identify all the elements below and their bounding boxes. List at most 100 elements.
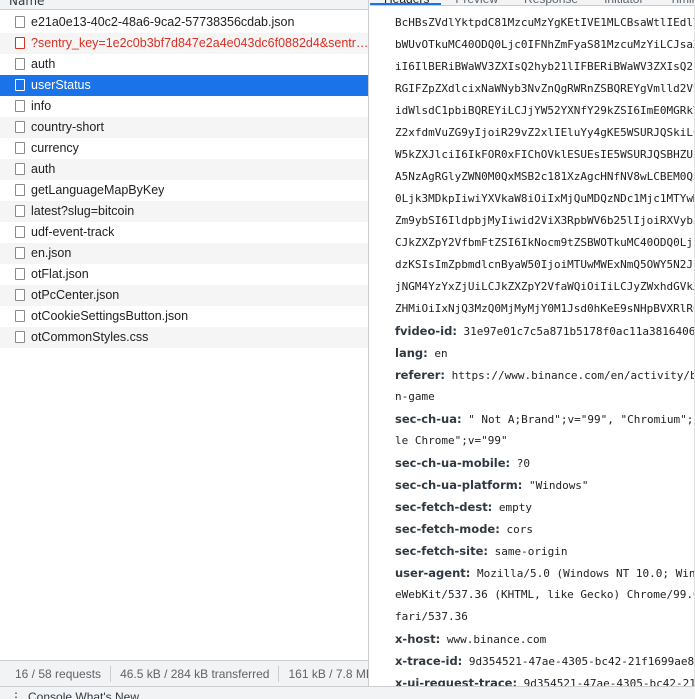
header-value: 9d354521-47ae-4305-bc42-21f1699ae8e2 bbox=[523, 677, 695, 686]
document-icon bbox=[15, 16, 25, 28]
tab-timing[interactable]: Timing bbox=[655, 0, 695, 6]
request-row[interactable]: info bbox=[0, 96, 368, 117]
tab-preview[interactable]: Preview bbox=[441, 0, 510, 6]
request-name: otCookieSettingsButton.json bbox=[31, 309, 189, 323]
document-icon bbox=[15, 226, 25, 238]
request-name: getLanguageMapByKey bbox=[31, 183, 165, 197]
header-key: sec-ch-ua-mobile: bbox=[395, 456, 511, 470]
header-line: lang: en bbox=[395, 342, 695, 364]
request-row[interactable]: otCommonStyles.css bbox=[0, 327, 368, 348]
header-value: bWUvOTkuMC40ODQ0Ljc0IFNhZmFyaS81MzcuMzYi… bbox=[395, 38, 695, 51]
header-line: user-agent: Mozilla/5.0 (Windows NT 10.0… bbox=[395, 562, 695, 584]
tab-initiator[interactable]: Initiator bbox=[590, 0, 655, 6]
header-line: bWUvOTkuMC40ODQ0Ljc0IFNhZmFyaS81MzcuMzYi… bbox=[395, 34, 695, 56]
document-icon bbox=[15, 205, 25, 217]
request-row[interactable]: udf-event-track bbox=[0, 222, 368, 243]
header-line: A5NzAgRGlyZWN0M0QxMSB2c181XzAgcHNfNV8wLC… bbox=[395, 166, 695, 188]
header-line: ZHMiOiIxNjQ3MzQ0MjMyMjY0M1Jsd0hKeE9sNHpB… bbox=[395, 298, 695, 320]
request-row[interactable]: e21a0e13-40c2-48a6-9ca2-57738356cdab.jso… bbox=[0, 12, 368, 33]
header-value: Z2xfdmVuZG9yIjoiR29vZ2xlIEluYy4gKE5WSURJ… bbox=[395, 126, 695, 139]
header-value: ZHMiOiIxNjQ3MzQ0MjMyMjY0M1Jsd0hKeE9sNHpB… bbox=[395, 302, 695, 315]
request-row[interactable]: auth bbox=[0, 159, 368, 180]
request-name: udf-event-track bbox=[31, 225, 115, 239]
request-row[interactable]: userStatus bbox=[0, 75, 368, 96]
request-name: userStatus bbox=[31, 78, 91, 92]
details-tabs: HeadersPreviewResponseInitiatorTiming bbox=[370, 0, 695, 6]
request-row[interactable]: otPcCenter.json bbox=[0, 285, 368, 306]
request-name: auth bbox=[31, 162, 56, 176]
header-line: CJkZXZpY2VfbmFtZSI6IkNocm9tZSBWOTkuMC40O… bbox=[395, 232, 695, 254]
bottom-drawer: ⋮ Console What's New bbox=[0, 686, 695, 699]
header-key: sec-fetch-dest: bbox=[395, 500, 493, 514]
header-value: "Windows" bbox=[528, 479, 589, 492]
document-icon bbox=[15, 79, 25, 91]
header-line: Z2xfdmVuZG9yIjoiR29vZ2xlIEluYy4gKE5WSURJ… bbox=[395, 122, 695, 144]
request-row[interactable]: latest?slug=bitcoin bbox=[0, 201, 368, 222]
more-icon[interactable]: ⋮ bbox=[10, 687, 22, 699]
request-name: otPcCenter.json bbox=[31, 288, 120, 302]
header-line: fvideo-id: 31e97e01c7c5a871b5178f0ac11a3… bbox=[395, 320, 695, 342]
document-icon bbox=[15, 310, 25, 322]
name-column-header[interactable]: Name bbox=[0, 0, 368, 10]
header-line: n-game bbox=[395, 386, 695, 408]
header-value: cors bbox=[506, 523, 533, 536]
request-row[interactable]: ?sentry_key=1e2c0b3bf7d847e2a4e043dc6f08… bbox=[0, 33, 368, 54]
tab-headers[interactable]: Headers bbox=[370, 0, 442, 6]
header-line: BcHBsZVdlYktpdC81MzcuMzYgKEtIVE1MLCBsaWt… bbox=[395, 12, 695, 34]
header-line: referer: https://www.binance.com/en/acti… bbox=[395, 364, 695, 386]
network-request-list-pane: Name e21a0e13-40c2-48a6-9ca2-57738356cda… bbox=[0, 0, 369, 699]
resources-size: 161 kB / 7.8 MB bbox=[288, 666, 369, 681]
header-value: www.binance.com bbox=[446, 633, 547, 646]
header-value: fari/537.36 bbox=[395, 610, 468, 623]
header-line: x-host: www.binance.com bbox=[395, 628, 695, 650]
header-line: sec-fetch-dest: empty bbox=[395, 496, 695, 518]
header-line: RGIFZpZXdlcixNaWNyb3NvZnQgRWRnZSBQREYgVm… bbox=[395, 78, 695, 100]
header-value: 31e97e01c7c5a871b5178f0ac11a3816406b bbox=[463, 325, 695, 338]
request-name: e21a0e13-40c2-48a6-9ca2-57738356cdab.jso… bbox=[31, 15, 295, 29]
header-value: Mozilla/5.0 (Windows NT 10.0; Win64; x64… bbox=[476, 567, 695, 580]
document-icon bbox=[15, 331, 25, 343]
document-icon bbox=[15, 184, 25, 196]
header-value: en bbox=[434, 347, 448, 360]
request-row[interactable]: auth bbox=[0, 54, 368, 75]
header-line: sec-fetch-site: same-origin bbox=[395, 540, 695, 562]
header-value: 9d354521-47ae-4305-bc42-21f1699ae8e2 bbox=[468, 655, 695, 668]
header-value: CJkZXZpY2VfbmFtZSI6IkNocm9tZSBWOTkuMC40O… bbox=[395, 236, 695, 249]
document-icon bbox=[15, 121, 25, 133]
header-key: sec-fetch-mode: bbox=[395, 522, 500, 536]
header-value: https://www.binance.com/en/activity/bitc… bbox=[451, 369, 695, 382]
header-line: eWebKit/537.36 (KHTML, like Gecko) Chrom… bbox=[395, 584, 695, 606]
drawer-tabs[interactable]: Console What's New bbox=[28, 690, 139, 699]
header-value: W5kZXJlciI6IkFOR0xFIChOVklESUEsIE5WSURJQ… bbox=[395, 148, 695, 161]
header-value: idWlsdC1pbiBQREYiLCJjYW52YXNfY29kZSI6ImE… bbox=[395, 104, 695, 117]
header-value: iI6IlBERiBWaWV3ZXIsQ2hyb21lIFBERiBWaWV3Z… bbox=[395, 60, 695, 73]
header-line: x-ui-request-trace: 9d354521-47ae-4305-b… bbox=[395, 672, 695, 686]
request-row[interactable]: otFlat.json bbox=[0, 264, 368, 285]
header-value: A5NzAgRGlyZWN0M0QxMSB2c181XzAgcHNfNV8wLC… bbox=[395, 170, 695, 183]
header-key: sec-fetch-site: bbox=[395, 544, 488, 558]
header-value: 0Ljk3MDkpIiwiYXVkaW8iOiIxMjQuMDQzNDc1Mjc… bbox=[395, 192, 695, 205]
document-icon bbox=[15, 37, 25, 49]
document-icon bbox=[15, 247, 25, 259]
header-line: sec-ch-ua: " Not A;Brand";v="99", "Chrom… bbox=[395, 408, 695, 430]
header-value: n-game bbox=[395, 390, 435, 403]
header-line: sec-ch-ua-platform: "Windows" bbox=[395, 474, 695, 496]
header-key: sec-ch-ua: bbox=[395, 412, 462, 426]
transferred-size: 46.5 kB / 284 kB transferred bbox=[111, 665, 280, 682]
request-name: auth bbox=[31, 57, 56, 71]
tab-response[interactable]: Response bbox=[510, 0, 590, 6]
header-line: sec-fetch-mode: cors bbox=[395, 518, 695, 540]
request-details-pane: HeadersPreviewResponseInitiatorTiming Bc… bbox=[370, 0, 695, 686]
request-row[interactable]: en.json bbox=[0, 243, 368, 264]
request-count: 16 / 58 requests bbox=[0, 665, 112, 682]
header-line: iI6IlBERiBWaWV3ZXIsQ2hyb21lIFBERiBWaWV3Z… bbox=[395, 56, 695, 78]
request-row[interactable]: country-short bbox=[0, 117, 368, 138]
request-row[interactable]: otCookieSettingsButton.json bbox=[0, 306, 368, 327]
request-name: en.json bbox=[31, 246, 72, 260]
document-icon bbox=[15, 163, 25, 175]
request-row[interactable]: currency bbox=[0, 138, 368, 159]
request-row[interactable]: getLanguageMapByKey bbox=[0, 180, 368, 201]
request-name: otFlat.json bbox=[31, 267, 89, 281]
request-name: otCommonStyles.css bbox=[31, 330, 149, 344]
header-key: sec-ch-ua-platform: bbox=[395, 478, 523, 492]
